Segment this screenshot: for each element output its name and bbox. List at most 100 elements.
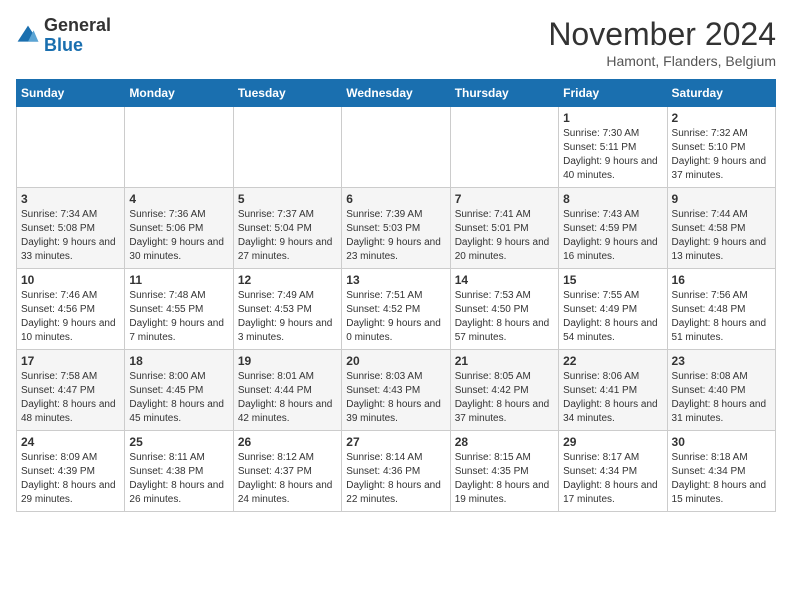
day-info: Sunrise: 7:55 AM Sunset: 4:49 PM Dayligh… [563, 289, 662, 345]
day-number: 12 [238, 273, 337, 287]
day-number: 5 [238, 192, 337, 206]
calendar-cell: 25 Sunrise: 8:11 AM Sunset: 4:38 PM Dayli… [125, 431, 233, 512]
calendar-cell [125, 107, 233, 188]
calendar-cell [17, 107, 125, 188]
day-number: 19 [238, 354, 337, 368]
day-number: 28 [455, 435, 554, 449]
calendar-cell: 18Sunrise: 8:00 AM Sunset: 4:45 PM Dayli… [125, 350, 233, 431]
day-number: 7 [455, 192, 554, 206]
weekday-header-monday: Monday [125, 80, 233, 107]
day-info: Sunrise: 8:08 AM Sunset: 4:40 PM Dayligh… [672, 370, 771, 426]
day-info: Sunrise: 7:39 AM Sunset: 5:03 PM Dayligh… [346, 208, 445, 264]
day-info: Sunrise: 8:05 AM Sunset: 4:42 PM Dayligh… [455, 370, 554, 426]
day-info: Sunrise: 7:36 AM Sunset: 5:06 PM Dayligh… [129, 208, 228, 264]
calendar-cell: 23Sunrise: 8:08 AM Sunset: 4:40 PM Dayli… [667, 350, 775, 431]
day-number: 4 [129, 192, 228, 206]
weekday-header-row: SundayMondayTuesdayWednesdayThursdayFrid… [17, 80, 776, 107]
calendar-cell: 29 Sunrise: 8:17 AM Sunset: 4:34 PM Dayli… [559, 431, 667, 512]
calendar-cell: 21Sunrise: 8:05 AM Sunset: 4:42 PM Dayli… [450, 350, 558, 431]
day-info: Sunrise: 7:51 AM Sunset: 4:52 PM Dayligh… [346, 289, 445, 345]
day-number: 26 [238, 435, 337, 449]
day-number: 22 [563, 354, 662, 368]
day-number: 1 [563, 111, 662, 125]
calendar-cell: 15 Sunrise: 7:55 AM Sunset: 4:49 PM Dayli… [559, 269, 667, 350]
day-number: 24 [21, 435, 120, 449]
day-info: Sunrise: 8:15 AM Sunset: 4:35 PM Dayligh… [455, 451, 554, 507]
calendar-cell: 11 Sunrise: 7:48 AM Sunset: 4:55 PM Dayli… [125, 269, 233, 350]
day-info: Sunrise: 7:53 AM Sunset: 4:50 PM Dayligh… [455, 289, 554, 345]
day-info: Sunrise: 7:43 AM Sunset: 4:59 PM Dayligh… [563, 208, 662, 264]
calendar-cell: 30 Sunrise: 8:18 AM Sunset: 4:34 PM Dayli… [667, 431, 775, 512]
calendar-cell [342, 107, 450, 188]
calendar-cell: 22 Sunrise: 8:06 AM Sunset: 4:41 PM Dayli… [559, 350, 667, 431]
day-info: Sunrise: 8:03 AM Sunset: 4:43 PM Dayligh… [346, 370, 445, 426]
day-info: Sunrise: 8:18 AM Sunset: 4:34 PM Dayligh… [672, 451, 771, 507]
day-number: 15 [563, 273, 662, 287]
day-info: Sunrise: 7:30 AM Sunset: 5:11 PM Dayligh… [563, 127, 662, 183]
logo-icon [16, 24, 40, 48]
day-info: Sunrise: 7:37 AM Sunset: 5:04 PM Dayligh… [238, 208, 337, 264]
logo-text: General Blue [44, 16, 111, 56]
calendar-cell: 20 Sunrise: 8:03 AM Sunset: 4:43 PM Dayli… [342, 350, 450, 431]
calendar-cell: 1 Sunrise: 7:30 AM Sunset: 5:11 PM Daylig… [559, 107, 667, 188]
day-info: Sunrise: 7:58 AM Sunset: 4:47 PM Dayligh… [21, 370, 120, 426]
page-header: General Blue November 2024 Hamont, Fland… [16, 16, 776, 69]
day-info: Sunrise: 7:48 AM Sunset: 4:55 PM Dayligh… [129, 289, 228, 345]
day-info: Sunrise: 8:14 AM Sunset: 4:36 PM Dayligh… [346, 451, 445, 507]
day-info: Sunrise: 8:06 AM Sunset: 4:41 PM Dayligh… [563, 370, 662, 426]
calendar-table: SundayMondayTuesdayWednesdayThursdayFrid… [16, 79, 776, 512]
weekday-header-friday: Friday [559, 80, 667, 107]
calendar-cell: 7 Sunrise: 7:41 AM Sunset: 5:01 PM Daylig… [450, 188, 558, 269]
day-number: 2 [672, 111, 771, 125]
day-number: 25 [129, 435, 228, 449]
weekday-header-wednesday: Wednesday [342, 80, 450, 107]
calendar-cell: 5 Sunrise: 7:37 AM Sunset: 5:04 PM Daylig… [233, 188, 341, 269]
weekday-header-saturday: Saturday [667, 80, 775, 107]
calendar-cell: 24 Sunrise: 8:09 AM Sunset: 4:39 PM Dayli… [17, 431, 125, 512]
calendar-cell: 4 Sunrise: 7:36 AM Sunset: 5:06 PM Daylig… [125, 188, 233, 269]
calendar-cell: 12 Sunrise: 7:49 AM Sunset: 4:53 PM Dayli… [233, 269, 341, 350]
weekday-header-thursday: Thursday [450, 80, 558, 107]
day-info: Sunrise: 7:32 AM Sunset: 5:10 PM Dayligh… [672, 127, 771, 183]
weekday-header-tuesday: Tuesday [233, 80, 341, 107]
week-row-3: 10Sunrise: 7:46 AM Sunset: 4:56 PM Dayli… [17, 269, 776, 350]
day-number: 14 [455, 273, 554, 287]
calendar-cell: 6Sunrise: 7:39 AM Sunset: 5:03 PM Daylig… [342, 188, 450, 269]
day-number: 29 [563, 435, 662, 449]
day-number: 17 [21, 354, 120, 368]
day-info: Sunrise: 8:09 AM Sunset: 4:39 PM Dayligh… [21, 451, 120, 507]
day-info: Sunrise: 7:41 AM Sunset: 5:01 PM Dayligh… [455, 208, 554, 264]
calendar-cell: 2 Sunrise: 7:32 AM Sunset: 5:10 PM Daylig… [667, 107, 775, 188]
calendar-cell: 14 Sunrise: 7:53 AM Sunset: 4:50 PM Dayli… [450, 269, 558, 350]
day-info: Sunrise: 7:56 AM Sunset: 4:48 PM Dayligh… [672, 289, 771, 345]
day-info: Sunrise: 7:34 AM Sunset: 5:08 PM Dayligh… [21, 208, 120, 264]
calendar-cell: 8 Sunrise: 7:43 AM Sunset: 4:59 PM Daylig… [559, 188, 667, 269]
calendar-cell: 28 Sunrise: 8:15 AM Sunset: 4:35 PM Dayli… [450, 431, 558, 512]
day-info: Sunrise: 7:49 AM Sunset: 4:53 PM Dayligh… [238, 289, 337, 345]
week-row-5: 24 Sunrise: 8:09 AM Sunset: 4:39 PM Dayli… [17, 431, 776, 512]
day-info: Sunrise: 8:12 AM Sunset: 4:37 PM Dayligh… [238, 451, 337, 507]
day-info: Sunrise: 8:17 AM Sunset: 4:34 PM Dayligh… [563, 451, 662, 507]
calendar-cell: 19 Sunrise: 8:01 AM Sunset: 4:44 PM Dayli… [233, 350, 341, 431]
logo-general-text: General [44, 15, 111, 35]
day-info: Sunrise: 8:01 AM Sunset: 4:44 PM Dayligh… [238, 370, 337, 426]
day-number: 11 [129, 273, 228, 287]
logo: General Blue [16, 16, 111, 56]
calendar-cell: 16Sunrise: 7:56 AM Sunset: 4:48 PM Dayli… [667, 269, 775, 350]
day-number: 30 [672, 435, 771, 449]
week-row-2: 3 Sunrise: 7:34 AM Sunset: 5:08 PM Daylig… [17, 188, 776, 269]
day-number: 3 [21, 192, 120, 206]
location-subtitle: Hamont, Flanders, Belgium [548, 53, 776, 69]
calendar-cell: 9Sunrise: 7:44 AM Sunset: 4:58 PM Daylig… [667, 188, 775, 269]
title-area: November 2024 Hamont, Flanders, Belgium [548, 16, 776, 69]
calendar-cell [233, 107, 341, 188]
calendar-cell: 13Sunrise: 7:51 AM Sunset: 4:52 PM Dayli… [342, 269, 450, 350]
calendar-cell: 26 Sunrise: 8:12 AM Sunset: 4:37 PM Dayli… [233, 431, 341, 512]
week-row-1: 1 Sunrise: 7:30 AM Sunset: 5:11 PM Daylig… [17, 107, 776, 188]
month-title: November 2024 [548, 16, 776, 53]
day-number: 20 [346, 354, 445, 368]
day-info: Sunrise: 8:11 AM Sunset: 4:38 PM Dayligh… [129, 451, 228, 507]
calendar-cell [450, 107, 558, 188]
calendar-cell: 27Sunrise: 8:14 AM Sunset: 4:36 PM Dayli… [342, 431, 450, 512]
day-number: 8 [563, 192, 662, 206]
